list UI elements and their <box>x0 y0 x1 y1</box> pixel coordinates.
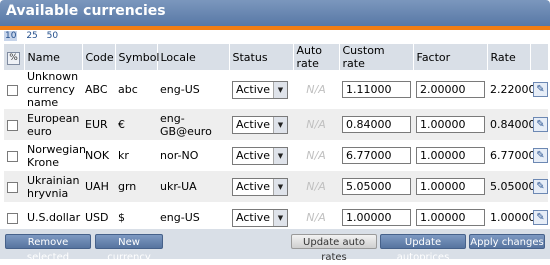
header-auto-rate: Auto rate <box>293 44 340 70</box>
currency-code: NOK <box>85 149 110 162</box>
custom-rate-input[interactable]: 5.05000 <box>342 178 411 195</box>
edit-icon[interactable]: ✎ <box>533 179 548 194</box>
currency-symbol: grn <box>115 171 157 202</box>
currency-symbol: € <box>115 109 157 140</box>
rate-value: 2.22000 <box>490 83 536 96</box>
status-value: Active <box>236 117 271 131</box>
auto-rate-value: N/A <box>293 109 339 140</box>
rate-value: 5.05000 <box>487 171 536 202</box>
status-value: Active <box>236 148 271 162</box>
table-row: European euro EUR € eng-GB@euro Active ▼ … <box>4 109 548 140</box>
header-rate: Rate <box>487 44 531 70</box>
edit-icon[interactable]: ✎ <box>533 148 548 163</box>
custom-rate-input[interactable]: 6.77000 <box>342 147 411 164</box>
page-size-10[interactable]: 10 <box>4 31 18 41</box>
page-size-50[interactable]: 50 <box>47 31 58 41</box>
factor-input[interactable]: 1.00000 <box>416 147 485 164</box>
apply-changes-button[interactable]: Apply changes <box>469 234 545 249</box>
status-value: Active <box>236 179 271 193</box>
status-select[interactable]: Active ▼ <box>232 80 288 99</box>
table-row: Norwegian Krone NOK kr nor-NO Active ▼ N/… <box>4 140 548 171</box>
header-custom-rate: Custom rate <box>339 44 414 70</box>
currency-name: Ukrainian hryvnia <box>24 171 82 202</box>
table-header-row: % Name Code Symbol Locale Status Auto ra… <box>4 44 549 70</box>
page-size-25[interactable]: 25 <box>26 31 37 41</box>
currency-symbol: kr <box>118 149 129 162</box>
auto-rate-value: N/A <box>306 149 326 162</box>
status-select[interactable]: Active ▼ <box>232 115 288 134</box>
table-row: Unknown currency name ABC abc eng-US Act… <box>4 70 548 109</box>
chevron-down-icon[interactable]: ▼ <box>273 81 287 98</box>
factor-input[interactable]: 1.00000 <box>416 178 485 195</box>
status-value: Active <box>236 210 271 224</box>
currency-table: % Name Code Symbol Locale Status Auto ra… <box>4 44 549 233</box>
currency-locale: ukr-UA <box>157 171 229 202</box>
currency-code: ABC <box>85 83 108 96</box>
status-select[interactable]: Active ▼ <box>232 146 288 165</box>
chevron-down-icon[interactable]: ▼ <box>273 147 287 164</box>
header-name: Name <box>24 44 83 70</box>
invert-selection-icon[interactable]: % <box>7 51 20 65</box>
currency-symbol: abc <box>118 83 138 96</box>
status-select[interactable]: Active ▼ <box>232 208 288 227</box>
factor-input[interactable]: 1.00000 <box>416 209 485 226</box>
edit-icon[interactable]: ✎ <box>533 117 548 132</box>
currency-name: European euro <box>24 109 82 140</box>
custom-rate-input[interactable]: 1.11000 <box>342 81 411 98</box>
auto-rate-value: N/A <box>293 171 339 202</box>
footer-toolbar: Remove selected New currency Update auto… <box>0 229 550 263</box>
chevron-down-icon[interactable]: ▼ <box>273 178 287 195</box>
update-autoprices-button[interactable]: Update autoprices <box>380 234 466 263</box>
custom-rate-input[interactable]: 0.84000 <box>342 116 411 133</box>
custom-rate-input[interactable]: 1.00000 <box>342 209 411 226</box>
factor-input[interactable]: 1.00000 <box>416 116 485 133</box>
panel-title: Available currencies <box>6 3 166 19</box>
page-size-selector: 10 25 50 <box>4 31 64 43</box>
row-checkbox[interactable] <box>7 212 18 224</box>
row-checkbox[interactable] <box>7 119 18 131</box>
status-value: Active <box>236 82 271 96</box>
rate-value: 6.77000 <box>490 149 536 162</box>
chevron-down-icon[interactable]: ▼ <box>273 116 287 133</box>
currency-locale: nor-NO <box>160 149 199 162</box>
header-status: Status <box>229 44 294 70</box>
rate-value: 0.84000 <box>487 109 536 140</box>
status-select[interactable]: Active ▼ <box>232 177 288 196</box>
currency-locale: eng-GB@euro <box>157 109 229 140</box>
edit-icon[interactable]: ✎ <box>533 82 548 97</box>
remove-selected-button[interactable]: Remove selected <box>5 234 91 263</box>
row-checkbox[interactable] <box>7 150 18 162</box>
update-auto-rates-button[interactable]: Update auto rates <box>291 234 377 263</box>
header-edit <box>530 44 549 70</box>
table-row: Ukrainian hryvnia UAH grn ukr-UA Active ▼… <box>4 171 548 202</box>
select-all-header[interactable]: % <box>4 44 25 70</box>
edit-icon[interactable]: ✎ <box>533 210 548 225</box>
header-code: Code <box>82 44 116 70</box>
new-currency-button[interactable]: New currency <box>95 234 163 263</box>
chevron-down-icon[interactable]: ▼ <box>273 209 287 226</box>
currency-code: EUR <box>82 109 115 140</box>
row-checkbox[interactable] <box>7 181 18 193</box>
header-factor: Factor <box>413 44 488 70</box>
currency-locale: eng-US <box>160 83 200 96</box>
factor-input[interactable]: 2.00000 <box>416 81 485 98</box>
header-locale: Locale <box>157 44 230 70</box>
currency-code: UAH <box>82 171 115 202</box>
title-bar: Available currencies <box>0 0 550 26</box>
currency-name: Unknown currency name <box>27 70 79 109</box>
header-symbol: Symbol <box>115 44 159 70</box>
currencies-panel: Available currencies 10 25 50 % Name Cod… <box>0 0 550 263</box>
title-accent-line <box>0 26 550 30</box>
auto-rate-value: N/A <box>306 83 326 96</box>
currency-name: Norwegian Krone <box>27 142 86 169</box>
row-checkbox[interactable] <box>7 84 18 96</box>
